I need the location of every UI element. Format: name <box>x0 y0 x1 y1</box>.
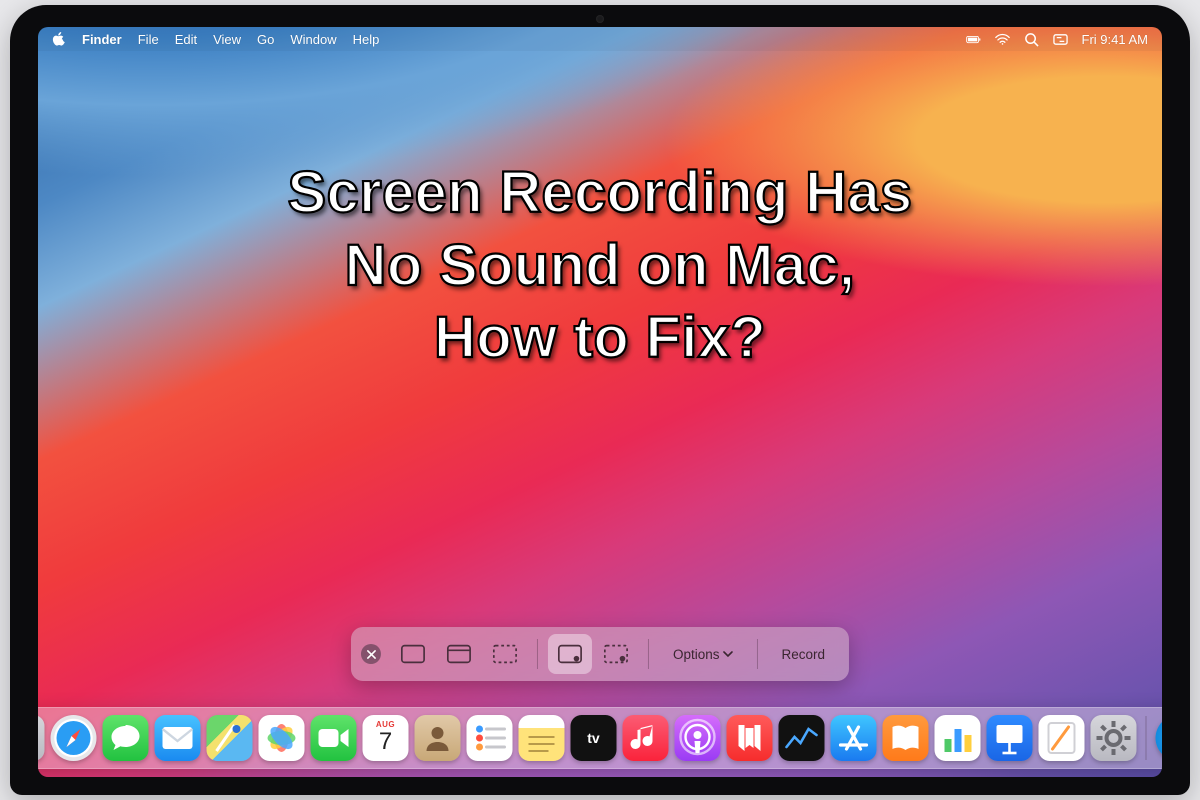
menu-item-edit[interactable]: Edit <box>175 32 197 47</box>
capture-window-button[interactable] <box>437 634 481 674</box>
overlay-headline: Screen Recording Has No Sound on Mac, Ho… <box>38 157 1162 375</box>
calendar-month: AUG <box>376 720 395 729</box>
record-button[interactable]: Record <box>768 634 840 674</box>
apple-menu-icon[interactable] <box>52 32 66 46</box>
capture-selection-button[interactable] <box>483 634 527 674</box>
record-entire-screen-button[interactable] <box>548 634 592 674</box>
capture-group <box>391 634 527 674</box>
dock-notes-icon[interactable] <box>519 715 565 761</box>
dock-pages-icon[interactable] <box>1039 715 1085 761</box>
dock-reminders-icon[interactable] <box>467 715 513 761</box>
laptop-frame: Finder File Edit View Go Window Help <box>10 5 1190 795</box>
toolbar-separator <box>648 639 649 669</box>
dock-appstore-icon[interactable] <box>831 715 877 761</box>
record-label: Record <box>782 647 826 662</box>
dock-numbers-icon[interactable] <box>935 715 981 761</box>
dock-facetime-icon[interactable] <box>311 715 357 761</box>
dock-podcasts-icon[interactable] <box>675 715 721 761</box>
svg-text:tv: tv <box>587 730 600 746</box>
dock-tv-icon[interactable]: tv <box>571 715 617 761</box>
dock-books-icon[interactable] <box>883 715 929 761</box>
record-selection-button[interactable] <box>594 634 638 674</box>
screenshot-toolbar: Options Record <box>351 627 849 681</box>
dock-launchpad-icon[interactable] <box>38 715 45 761</box>
dock-safari-icon[interactable] <box>51 715 97 761</box>
toolbar-separator <box>757 639 758 669</box>
dock-system-preferences-icon[interactable] <box>1091 715 1137 761</box>
laptop-camera <box>596 15 604 23</box>
wifi-icon[interactable] <box>995 32 1010 47</box>
menu-bar: Finder File Edit View Go Window Help <box>38 27 1162 51</box>
control-center-icon[interactable] <box>1053 32 1068 47</box>
options-label: Options <box>673 647 720 662</box>
calendar-day: 7 <box>379 728 392 756</box>
record-group <box>548 634 638 674</box>
menu-clock[interactable]: Fri 9:41 AM <box>1082 32 1148 47</box>
dock: AUG 7 tv <box>38 707 1162 769</box>
battery-icon[interactable] <box>966 32 981 47</box>
dock-messages-icon[interactable] <box>103 715 149 761</box>
menu-item-window[interactable]: Window <box>290 32 336 47</box>
dock-maps-icon[interactable] <box>207 715 253 761</box>
desktop: Finder File Edit View Go Window Help <box>38 27 1162 777</box>
dock-downloads-icon[interactable] <box>1156 715 1163 761</box>
menu-item-view[interactable]: View <box>213 32 241 47</box>
dock-keynote-icon[interactable] <box>987 715 1033 761</box>
menu-item-help[interactable]: Help <box>353 32 380 47</box>
dock-news-icon[interactable] <box>727 715 773 761</box>
dock-music-icon[interactable] <box>623 715 669 761</box>
chevron-down-icon <box>723 649 733 659</box>
menu-item-go[interactable]: Go <box>257 32 274 47</box>
dock-photos-icon[interactable] <box>259 715 305 761</box>
dock-calendar-icon[interactable]: AUG 7 <box>363 715 409 761</box>
menu-app-name[interactable]: Finder <box>82 32 122 47</box>
spotlight-icon[interactable] <box>1024 32 1039 47</box>
dock-stocks-icon[interactable] <box>779 715 825 761</box>
menu-item-file[interactable]: File <box>138 32 159 47</box>
dock-separator <box>1146 716 1147 760</box>
toolbar-separator <box>537 639 538 669</box>
dock-mail-icon[interactable] <box>155 715 201 761</box>
dock-contacts-icon[interactable] <box>415 715 461 761</box>
screenshot-close-button[interactable] <box>361 644 381 664</box>
options-button[interactable]: Options <box>659 634 747 674</box>
capture-entire-screen-button[interactable] <box>391 634 435 674</box>
